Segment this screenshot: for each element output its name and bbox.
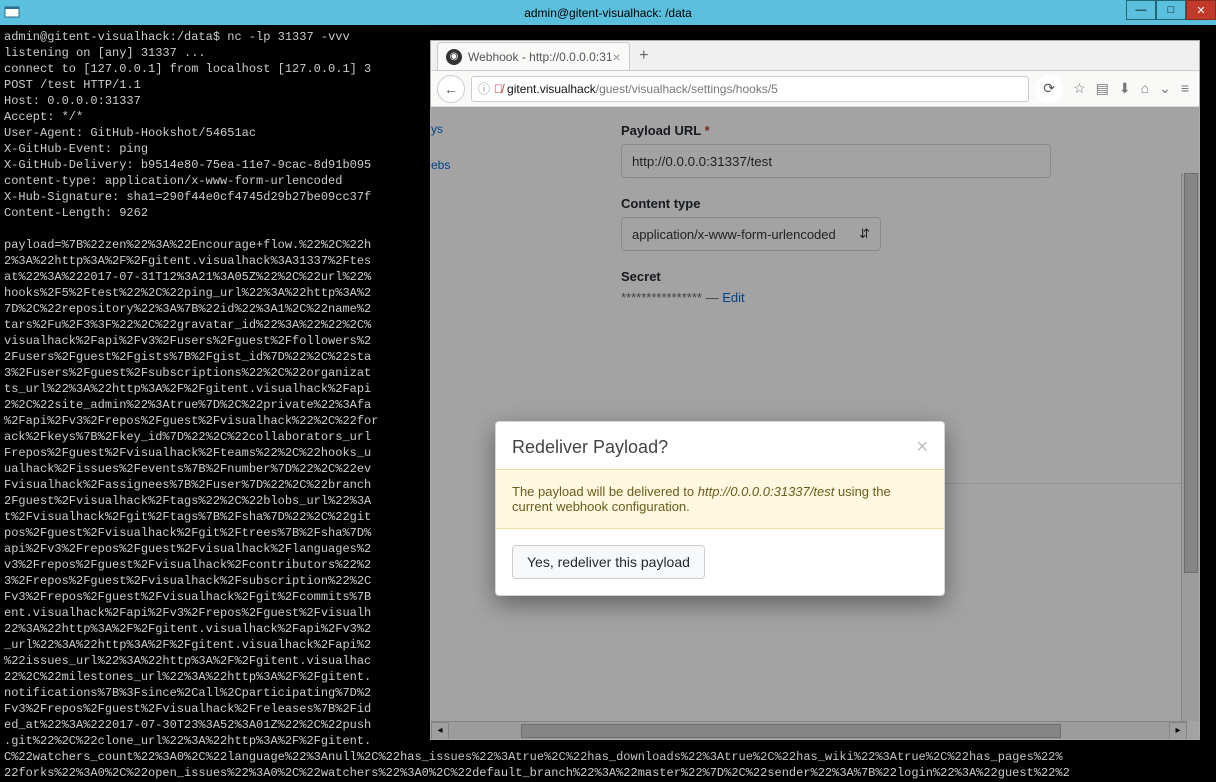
reload-button[interactable]: ⟳ bbox=[1035, 75, 1063, 103]
url-path: /guest/visualhack/settings/hooks/5 bbox=[596, 82, 778, 96]
home-icon[interactable]: ⌂ bbox=[1141, 80, 1149, 97]
back-button[interactable]: ← bbox=[437, 75, 465, 103]
url-input[interactable]: ⓘ 🛡̸ gitent.visualhack/guest/visualhack/… bbox=[471, 76, 1029, 102]
window-title: admin@gitent-visualhack: /data bbox=[524, 6, 692, 20]
terminal-prompt: admin@gitent-visualhack:/data$ bbox=[4, 30, 227, 44]
close-button[interactable]: ✕ bbox=[1186, 0, 1216, 20]
url-host: gitent.visualhack bbox=[507, 82, 596, 96]
browser-tab[interactable]: ◉ Webhook - http://0.0.0.0:31 × bbox=[437, 42, 630, 70]
putty-icon bbox=[4, 4, 20, 20]
modal-title: Redeliver Payload? bbox=[512, 437, 668, 458]
reader-icon[interactable]: ▤ bbox=[1096, 80, 1109, 97]
window-titlebar: admin@gitent-visualhack: /data — □ ✕ bbox=[0, 0, 1216, 25]
download-icon[interactable]: ⬇ bbox=[1119, 80, 1131, 97]
bookmark-star-icon[interactable]: ☆ bbox=[1073, 80, 1086, 97]
menu-icon[interactable]: ≡ bbox=[1181, 80, 1189, 97]
modal-body: The payload will be delivered to http://… bbox=[496, 469, 944, 529]
page-content: ys ebs Payload URL * Content type applic… bbox=[431, 107, 1199, 739]
redeliver-confirm-button[interactable]: Yes, redeliver this payload bbox=[512, 545, 705, 579]
tab-bar: ◉ Webhook - http://0.0.0.0:31 × + bbox=[431, 41, 1199, 71]
github-favicon: ◉ bbox=[446, 49, 462, 65]
maximize-button[interactable]: □ bbox=[1156, 0, 1186, 20]
redeliver-modal: Redeliver Payload? × The payload will be… bbox=[495, 421, 945, 596]
pocket-icon[interactable]: ⌄ bbox=[1159, 80, 1171, 97]
shield-slash-icon: 🛡̸ bbox=[494, 82, 503, 96]
new-tab-button[interactable]: + bbox=[630, 42, 658, 70]
terminal-command: nc -lp 31337 -vvv bbox=[227, 30, 349, 44]
minimize-button[interactable]: — bbox=[1126, 0, 1156, 20]
tab-title: Webhook - http://0.0.0.0:31 bbox=[468, 50, 613, 64]
address-bar: ← ⓘ 🛡̸ gitent.visualhack/guest/visualhac… bbox=[431, 71, 1199, 107]
info-icon: ⓘ bbox=[478, 80, 490, 97]
tab-close-icon[interactable]: × bbox=[613, 49, 621, 65]
modal-close-icon[interactable]: × bbox=[916, 436, 928, 459]
browser-window: ◉ Webhook - http://0.0.0.0:31 × + ← ⓘ 🛡̸… bbox=[430, 40, 1200, 740]
